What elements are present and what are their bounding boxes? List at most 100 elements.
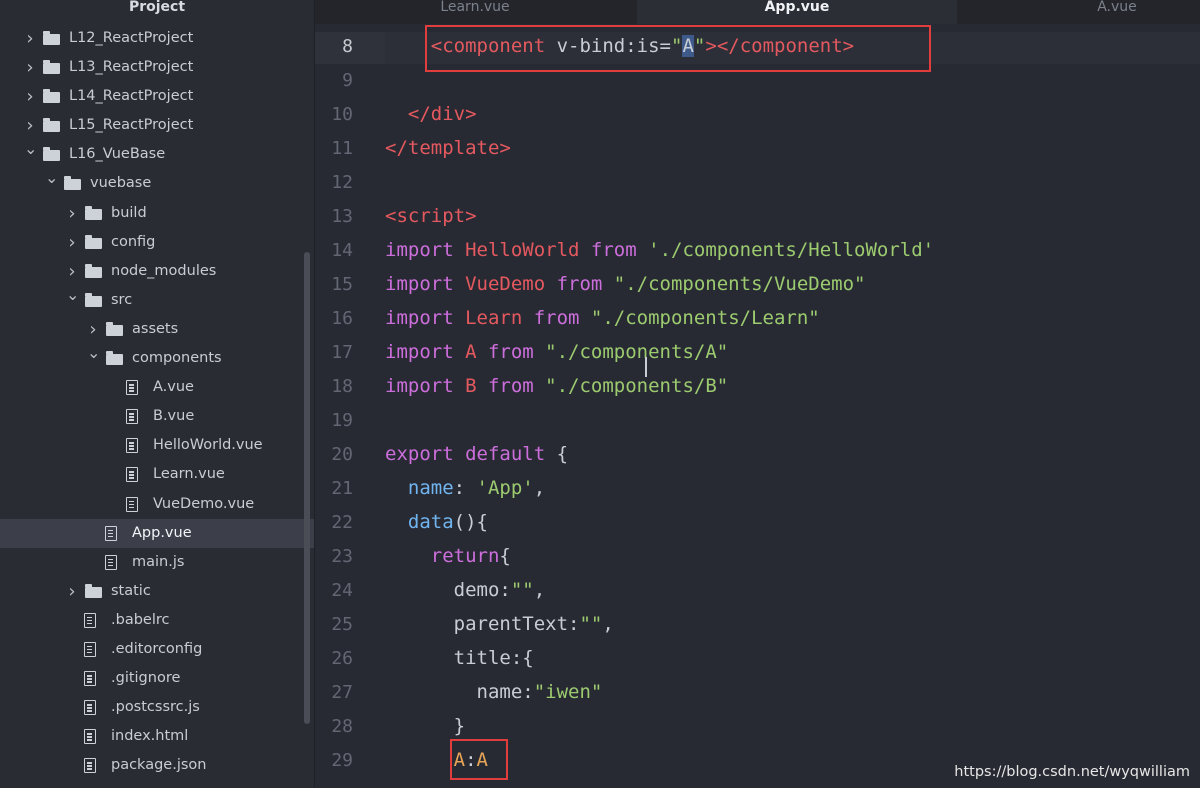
tree-item-b-vue[interactable]: B.vue	[0, 402, 314, 431]
tree-item-editorconfig[interactable]: .editorconfig	[0, 635, 314, 664]
tab-learn-vue[interactable]: Learn.vue	[315, 0, 635, 24]
code-line[interactable]: demo:"",	[385, 579, 546, 601]
code-line[interactable]: }	[385, 715, 465, 737]
sidebar-scrollbar[interactable]	[304, 252, 310, 724]
tree-item-app-vue[interactable]: App.vue	[0, 518, 314, 548]
tree-item-label: Learn.vue	[153, 466, 225, 483]
code-line[interactable]: </div>	[385, 103, 477, 125]
tree-item-node-modules[interactable]: › node_modules	[0, 257, 314, 286]
code-token: {	[499, 545, 511, 567]
chevron-right-icon[interactable]: ›	[66, 577, 78, 606]
code-line[interactable]: title:{	[385, 647, 534, 669]
code-line[interactable]: import B from "./components/B"	[385, 375, 728, 397]
code-line[interactable]: import VueDemo from "./components/VueDem…	[385, 273, 865, 295]
tree-item-postcssrc-js[interactable]: .postcssrc.js	[0, 693, 314, 722]
code-line[interactable]: import HelloWorld from './components/Hel…	[385, 239, 934, 261]
tree-item-label: HelloWorld.vue	[153, 437, 263, 454]
code-token: "./components/Learn"	[590, 307, 820, 329]
code-line[interactable]: name:"iwen"	[385, 681, 603, 703]
tree-item-a-vue[interactable]: A.vue	[0, 373, 314, 402]
code-line[interactable]: data(){	[385, 511, 488, 533]
line-number: 16	[331, 308, 353, 329]
code-token: './components/HelloWorld'	[648, 239, 935, 261]
tree-item-vuedemo-vue[interactable]: VueDemo.vue	[0, 490, 314, 519]
tab-app-vue[interactable]: App.vue	[637, 0, 957, 24]
tree-item-assets[interactable]: › assets	[0, 315, 314, 344]
code-token: Learn	[465, 307, 534, 329]
folder-icon	[43, 118, 60, 133]
tree-item-label: components	[132, 350, 222, 367]
code-token: </div>	[407, 103, 477, 125]
code-token: :	[453, 477, 477, 499]
tree-item-l12-reactproject[interactable]: › L12_ReactProject	[0, 24, 314, 53]
chevron-down-icon[interactable]: ⌄	[87, 338, 100, 367]
tree-item-vuebase[interactable]: ⌄ vuebase	[0, 168, 314, 198]
tree-item-label: L16_VueBase	[69, 146, 166, 163]
tree-item-label: .babelrc	[111, 611, 170, 628]
file-icon	[105, 554, 117, 570]
line-number: 24	[331, 580, 353, 601]
chevron-right-icon[interactable]: ›	[24, 24, 36, 53]
tree-item-label: node_modules	[111, 262, 217, 279]
code-line[interactable]: import Learn from "./components/Learn"	[385, 307, 820, 329]
tree-item-static[interactable]: › static	[0, 577, 314, 606]
code-line[interactable]: export default {	[385, 443, 568, 465]
tree-item-label: .gitignore	[111, 670, 181, 687]
tree-item-index-html[interactable]: index.html	[0, 722, 314, 751]
chevron-right-icon[interactable]: ›	[24, 53, 36, 82]
line-number: 21	[331, 478, 353, 499]
tree-item-config[interactable]: › config	[0, 228, 314, 257]
tab-a-vue[interactable]: A.vue	[957, 0, 1200, 24]
tree-item-helloworld-vue[interactable]: HelloWorld.vue	[0, 431, 314, 460]
line-number: 27	[331, 682, 353, 703]
code-line[interactable]: return{	[385, 545, 511, 567]
code-token: from	[590, 239, 649, 261]
line-number: 15	[331, 274, 353, 295]
tree-item-l13-reactproject[interactable]: › L13_ReactProject	[0, 53, 314, 82]
tree-item-l14-reactproject[interactable]: › L14_ReactProject	[0, 82, 314, 111]
file-icon	[84, 641, 96, 657]
code-token: }	[385, 715, 466, 737]
file-icon	[84, 729, 96, 745]
tree-item-label: assets	[132, 320, 179, 337]
code-token: ""	[579, 613, 603, 635]
folder-icon	[85, 205, 102, 220]
code-token: ,	[602, 613, 614, 635]
code-line[interactable]: </template>	[385, 137, 511, 159]
code-editor[interactable]: 8 9 10 11 12 13 14 15 16 17 18 19 20 21 22 23 24 25 26 27 28…	[315, 24, 1200, 788]
chevron-down-icon[interactable]: ⌄	[45, 163, 58, 192]
code-token: name	[407, 477, 454, 499]
file-tree: › L12_ReactProject › L13_ReactProject › L14_R…	[0, 24, 314, 780]
line-number: 19	[331, 410, 353, 431]
code-line[interactable]: name: 'App',	[385, 477, 545, 499]
chevron-right-icon[interactable]: ›	[66, 199, 78, 228]
chevron-right-icon[interactable]: ›	[24, 82, 36, 111]
tree-item-package-json[interactable]: package.json	[0, 751, 314, 780]
chevron-down-icon[interactable]: ⌄	[24, 134, 37, 163]
line-number: 8	[342, 36, 353, 57]
file-icon	[84, 700, 96, 716]
tree-item-learn-vue[interactable]: Learn.vue	[0, 460, 314, 489]
chevron-right-icon[interactable]: ›	[66, 228, 78, 257]
file-icon	[84, 671, 96, 687]
code-line[interactable]: parentText:"",	[385, 613, 614, 635]
code-token: data	[407, 511, 454, 533]
code-token: import	[385, 239, 466, 261]
highlight-box-a-entry	[450, 739, 508, 780]
tree-item-src[interactable]: ⌄ src	[0, 285, 314, 315]
folder-icon	[64, 176, 81, 191]
code-line[interactable]: import A from "./components/A"	[385, 341, 728, 363]
tree-item-babelrc[interactable]: .babelrc	[0, 606, 314, 635]
tree-item-label: build	[111, 204, 147, 221]
chevron-down-icon[interactable]: ⌄	[66, 280, 79, 309]
code-line[interactable]: <script>	[385, 205, 477, 227]
tree-item-l15-reactproject[interactable]: › L15_ReactProject	[0, 111, 314, 140]
tree-item-main-js[interactable]: main.js	[0, 548, 314, 577]
tree-item-gitignore[interactable]: .gitignore	[0, 664, 314, 693]
tree-item-build[interactable]: › build	[0, 199, 314, 228]
tree-item-components[interactable]: ⌄ components	[0, 343, 314, 373]
